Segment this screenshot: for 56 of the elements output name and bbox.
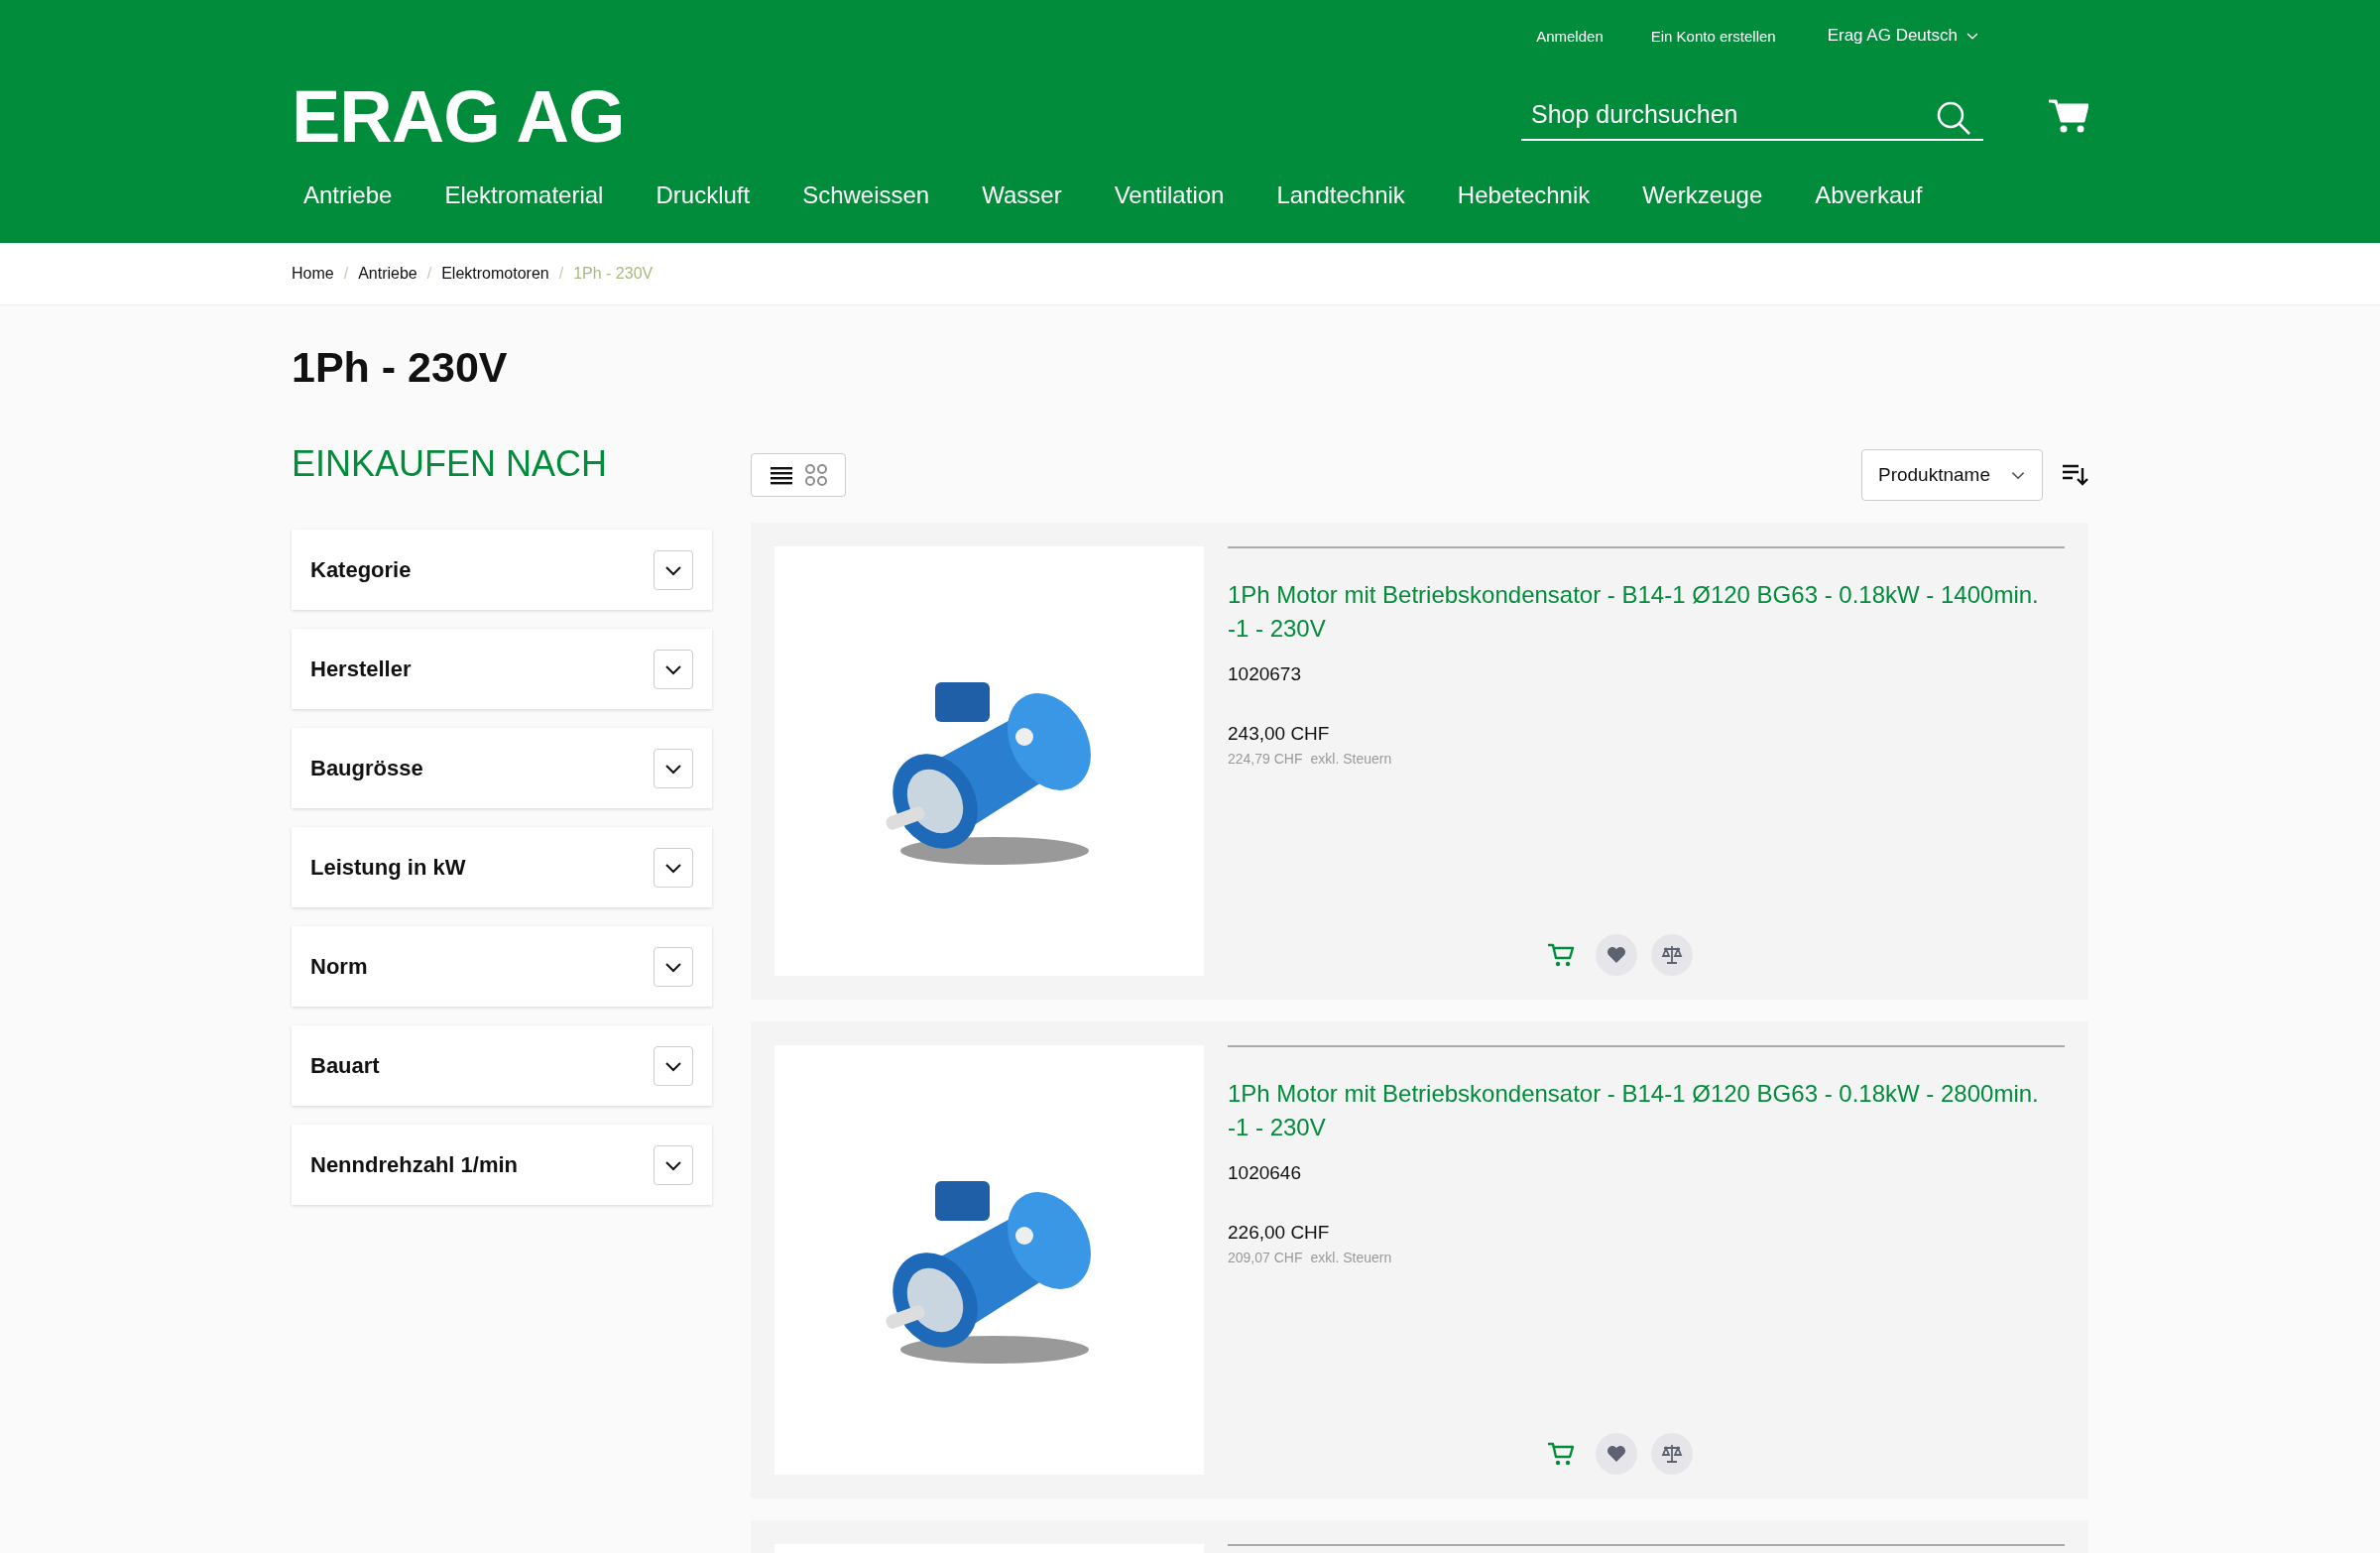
nav-item[interactable]: Abverkauf [1815,181,1923,209]
breadcrumb-separator: / [426,265,432,283]
wishlist-button[interactable] [1596,1433,1637,1475]
product-name-link[interactable]: 1Ph Motor mit Betriebskondensator - B14-1 Ø120 BG63 - 0.18kW - 2800min.-1 - 230V [1228,1077,2065,1144]
nav-item[interactable]: Druckluft [655,181,751,209]
net-price: 209,07 CHF [1228,1250,1303,1265]
breadcrumb-link[interactable]: Antriebe [358,265,417,283]
logo[interactable]: ERAG AG [292,73,625,159]
product-sku: 1020673 [1228,663,1302,685]
breadcrumb-link[interactable]: Home [292,265,334,283]
product-sku: 1020646 [1228,1162,1302,1184]
wishlist-button[interactable] [1596,934,1637,976]
breadcrumb-link[interactable]: Elektromotoren [441,265,549,283]
sort-dropdown[interactable]: Produktname [1861,449,2043,501]
nav-item[interactable]: Wasser [982,181,1062,209]
header-link[interactable]: Ein Konto erstellen [1650,27,1776,45]
filter-toggle[interactable]: Baugrösse [292,728,712,808]
breadcrumb-separator: / [558,265,564,283]
filter-toggle[interactable]: Kategorie [292,530,712,610]
compare-button[interactable] [1651,1433,1693,1475]
filter-toggle[interactable]: Norm [292,926,712,1007]
cart-icon [1547,1441,1575,1467]
tax-note: exkl. Steuern [1310,751,1392,767]
nav-item[interactable]: Schweissen [802,181,930,209]
nav-item[interactable]: Antriebe [303,181,393,209]
nav-item[interactable]: Werkzeuge [1642,181,1763,209]
compare-button[interactable] [1651,934,1693,976]
scale-icon [1661,945,1683,965]
header-link[interactable]: Anmelden [1536,27,1604,45]
heart-icon [1606,1445,1626,1463]
nav-item[interactable]: Hebetechnik [1457,181,1591,209]
product-price: 226,00 CHF [1228,1222,1331,1244]
search-field[interactable]: Shop durchsuchen [1521,91,1983,141]
filter-toggle[interactable]: Leistung in kW [292,827,712,907]
sort-direction-button[interactable] [2061,462,2088,488]
net-price: 224,79 CHF [1228,751,1303,767]
cart-icon [1547,942,1575,968]
breadcrumb-separator: / [343,265,349,283]
language-switcher[interactable]: Erag AG Deutsch [1827,26,1979,46]
cart-icon[interactable] [2049,98,2088,134]
nav-item[interactable]: Elektromaterial [444,181,604,209]
filter-toggle[interactable]: Bauart [292,1025,712,1106]
nav-item[interactable]: Landtechnik [1276,181,1405,209]
nav-item[interactable]: Ventilation [1114,181,1225,209]
product-name-link[interactable]: 1Ph Motor mit Betriebskondensator - B14-1 Ø120 BG63 - 0.18kW - 1400min.-1 - 230V [1228,578,2065,646]
sidebar-title: EINKAUFEN NACH [292,443,609,486]
page-title: 1Ph - 230V [292,343,509,392]
list-view-button[interactable] [770,464,793,486]
filter-toggle[interactable]: Hersteller [292,629,712,709]
grid-view-button[interactable] [805,464,827,486]
product-price: 243,00 CHF [1228,723,1331,745]
heart-icon [1606,946,1626,964]
search-icon[interactable] [1936,99,1971,136]
scale-icon [1661,1444,1683,1464]
filter-toggle[interactable]: Nenndrehzahl 1/min [292,1125,712,1205]
tax-note: exkl. Steuern [1310,1250,1392,1265]
